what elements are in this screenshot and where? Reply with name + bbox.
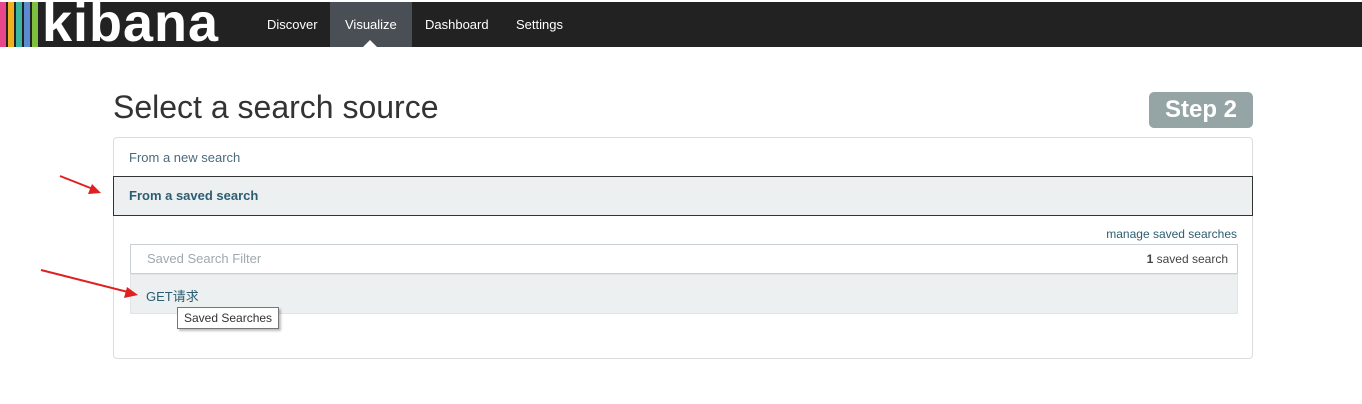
- active-tab-caret-icon: [363, 40, 377, 47]
- nav-settings[interactable]: Settings: [501, 2, 578, 47]
- saved-search-item[interactable]: GET请求: [146, 286, 199, 305]
- logo-stripe: [8, 2, 14, 47]
- annotation-arrow-icon: [59, 175, 101, 194]
- logo-stripe: [16, 2, 22, 47]
- saved-search-filter-input[interactable]: [131, 245, 1063, 271]
- saved-search-count: 1 saved search: [1147, 252, 1228, 266]
- manage-saved-searches-link[interactable]: manage saved searches: [1106, 227, 1237, 241]
- saved-search-count-suffix: saved search: [1153, 252, 1228, 266]
- logo-stripe: [32, 2, 38, 47]
- logo-stripe: [24, 2, 30, 47]
- nav-dashboard[interactable]: Dashboard: [410, 2, 504, 47]
- page-title: Select a search source: [113, 89, 439, 125]
- kibana-logo[interactable]: kibana: [0, 2, 234, 47]
- nav-discover[interactable]: Discover: [252, 2, 333, 47]
- saved-searches-tooltip: Saved Searches: [177, 307, 280, 329]
- from-new-search-link[interactable]: From a new search: [129, 150, 240, 165]
- logo-wordmark: kibana: [42, 2, 220, 47]
- saved-search-list: GET请求: [130, 274, 1238, 314]
- search-source-panel: From a new search From a saved search ma…: [113, 137, 1253, 359]
- saved-search-filter-box: 1 saved search: [130, 244, 1238, 274]
- step-badge: Step 2: [1149, 92, 1253, 128]
- from-saved-search-label: From a saved search: [129, 188, 259, 203]
- top-navbar: kibana Discover Visualize Dashboard Sett…: [0, 2, 1362, 47]
- from-saved-search-option[interactable]: From a saved search: [113, 176, 1253, 216]
- logo-stripe: [0, 2, 6, 47]
